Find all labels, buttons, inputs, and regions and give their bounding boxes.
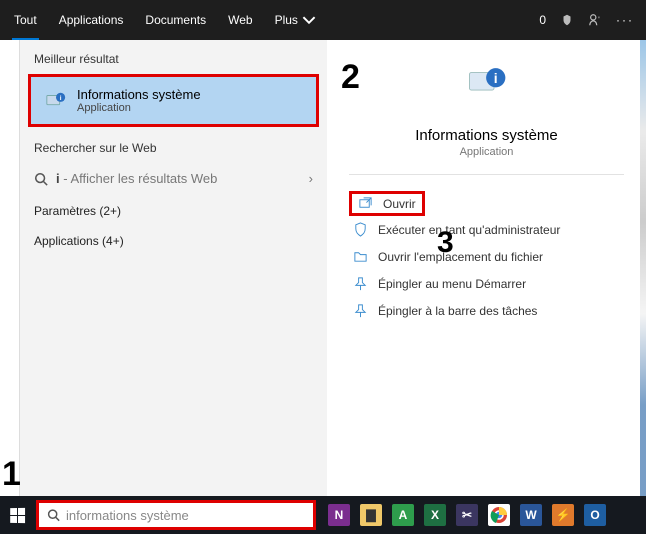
best-result-header: Meilleur résultat xyxy=(20,40,327,72)
open-label: Ouvrir xyxy=(383,197,416,211)
taskbar: N ▇ A X ✂ W ⚡ O xyxy=(0,496,646,534)
open-action[interactable]: Ouvrir xyxy=(349,191,425,216)
badge-icon[interactable] xyxy=(560,13,574,27)
pin-taskbar-label: Épingler à la barre des tâches xyxy=(378,304,537,318)
pin-start-label: Épingler au menu Démarrer xyxy=(378,277,526,291)
tab-more-label: Plus xyxy=(275,13,298,27)
callout-2: 2 xyxy=(341,58,360,97)
web-search-item[interactable]: i - Afficher les résultats Web › xyxy=(20,161,327,196)
taskbar-app-word[interactable]: W xyxy=(516,500,546,530)
tab-documents[interactable]: Documents xyxy=(143,0,208,40)
taskbar-app-onenote[interactable]: N xyxy=(324,500,354,530)
tab-applications[interactable]: Applications xyxy=(57,0,126,40)
detail-panel: 2 i Informations système Application Ouv… xyxy=(327,40,646,496)
tab-web[interactable]: Web xyxy=(226,0,254,40)
results-panel: Meilleur résultat i Informations système… xyxy=(20,40,327,496)
start-button[interactable] xyxy=(0,496,34,534)
detail-title: Informations système xyxy=(327,127,646,144)
system-info-icon: i xyxy=(45,90,67,112)
taskbar-app-excel[interactable]: X xyxy=(420,500,450,530)
chevron-down-icon xyxy=(302,13,316,27)
window-right-edge xyxy=(640,40,646,496)
divider xyxy=(349,174,624,175)
tab-more[interactable]: Plus xyxy=(273,0,318,40)
best-result-item[interactable]: i Informations système Application xyxy=(28,74,319,127)
callout-1: 1 xyxy=(2,455,21,494)
svg-text:i: i xyxy=(493,70,497,86)
ellipsis-icon[interactable]: ··· xyxy=(616,13,634,27)
chrome-icon xyxy=(490,506,508,524)
window-left-edge xyxy=(0,40,20,496)
taskbar-pinned-apps: N ▇ A X ✂ W ⚡ O xyxy=(324,500,610,530)
folder-icon xyxy=(353,249,368,264)
taskbar-search[interactable] xyxy=(36,500,316,530)
detail-subtitle: Application xyxy=(327,146,646,158)
applications-row[interactable]: Applications (4+) xyxy=(20,226,327,256)
taskbar-app-outlook[interactable]: O xyxy=(580,500,610,530)
search-input[interactable] xyxy=(66,508,305,523)
callout-3: 3 xyxy=(437,226,454,260)
pin-start-action[interactable]: Épingler au menu Démarrer xyxy=(349,270,624,297)
open-location-action[interactable]: Ouvrir l'emplacement du fichier xyxy=(349,243,624,270)
best-result-title: Informations système xyxy=(77,87,201,102)
tab-all[interactable]: Tout xyxy=(12,0,39,40)
taskbar-app-explorer[interactable]: ▇ xyxy=(356,500,386,530)
svg-text:i: i xyxy=(60,95,62,102)
run-as-admin-action[interactable]: Exécuter en tant qu'administrateur xyxy=(349,216,624,243)
open-icon xyxy=(358,196,373,211)
best-result-subtitle: Application xyxy=(77,102,201,114)
location-label: Ouvrir l'emplacement du fichier xyxy=(378,250,543,264)
web-hint: - Afficher les résultats Web xyxy=(60,171,218,186)
system-info-large-icon: i xyxy=(466,62,508,104)
settings-row[interactable]: Paramètres (2+) xyxy=(20,196,327,226)
web-search-header: Rechercher sur le Web xyxy=(20,129,327,161)
shield-icon xyxy=(353,222,368,237)
taskbar-app-snip[interactable]: ✂ xyxy=(452,500,482,530)
titlebar: Tout Applications Documents Web Plus 0 ·… xyxy=(0,0,646,40)
windows-logo-icon xyxy=(10,507,25,522)
taskbar-app-orange[interactable]: ⚡ xyxy=(548,500,578,530)
pin-icon xyxy=(353,276,368,291)
search-icon xyxy=(47,508,60,522)
taskbar-app-green[interactable]: A xyxy=(388,500,418,530)
search-icon xyxy=(34,172,48,186)
pin-icon xyxy=(353,303,368,318)
feedback-icon[interactable] xyxy=(588,13,602,27)
taskbar-app-chrome[interactable] xyxy=(484,500,514,530)
pin-taskbar-action[interactable]: Épingler à la barre des tâches xyxy=(349,297,624,324)
admin-label: Exécuter en tant qu'administrateur xyxy=(378,223,560,237)
count-label: 0 xyxy=(539,13,546,27)
chevron-right-icon: › xyxy=(309,171,313,186)
